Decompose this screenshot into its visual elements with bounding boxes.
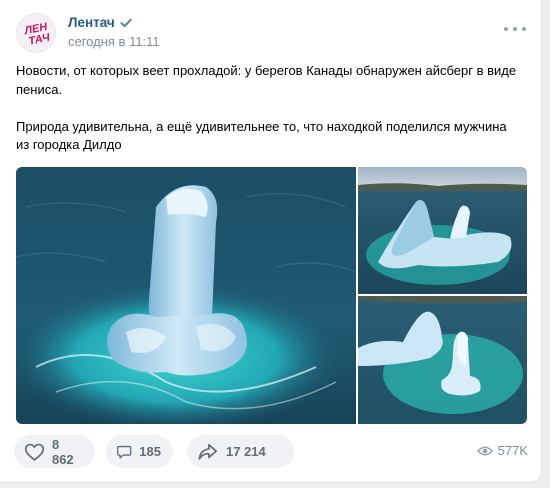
likes-count: 8 862 bbox=[51, 436, 74, 467]
heart-icon bbox=[24, 443, 45, 461]
comments-count: 185 bbox=[139, 444, 161, 459]
photo-iceberg-top[interactable] bbox=[358, 167, 527, 294]
verified-icon bbox=[120, 18, 132, 27]
views-count: 577K bbox=[497, 443, 528, 458]
avatar[interactable]: ЛЕН ТАЧ bbox=[16, 13, 56, 53]
eye-icon bbox=[476, 446, 493, 455]
like-button[interactable]: 8 862 bbox=[14, 435, 95, 468]
post-actions: 8 862 185 17 214 577K bbox=[14, 435, 532, 468]
author-name[interactable]: Лентач bbox=[68, 15, 115, 30]
photo-iceberg-bottom[interactable] bbox=[358, 296, 527, 424]
post-paragraph: Новости, от которых веет прохладой: у бе… bbox=[16, 63, 517, 97]
shares-count: 17 214 bbox=[226, 444, 266, 459]
share-icon bbox=[198, 443, 218, 460]
author-row: Лентач bbox=[68, 15, 133, 30]
more-icon[interactable] bbox=[504, 21, 526, 37]
share-button[interactable]: 17 214 bbox=[187, 435, 294, 468]
views-counter: 577K bbox=[476, 443, 528, 458]
post-time[interactable]: сегодня в 11:11 bbox=[68, 34, 160, 49]
lentach-logo: ЛЕН ТАЧ bbox=[17, 14, 55, 52]
post-card: ЛЕН ТАЧ Лентач сегодня в 11:11 Новости, … bbox=[0, 0, 542, 483]
comment-icon bbox=[117, 445, 132, 458]
post-text: Новости, от которых веет прохладой: у бе… bbox=[16, 62, 521, 155]
post-paragraph: Природа удивительна, а ещё удивительнее … bbox=[16, 118, 507, 153]
post-header: ЛЕН ТАЧ Лентач сегодня в 11:11 bbox=[16, 13, 530, 55]
photo-iceberg-main[interactable] bbox=[16, 167, 356, 424]
comment-button[interactable]: 185 bbox=[106, 435, 173, 468]
